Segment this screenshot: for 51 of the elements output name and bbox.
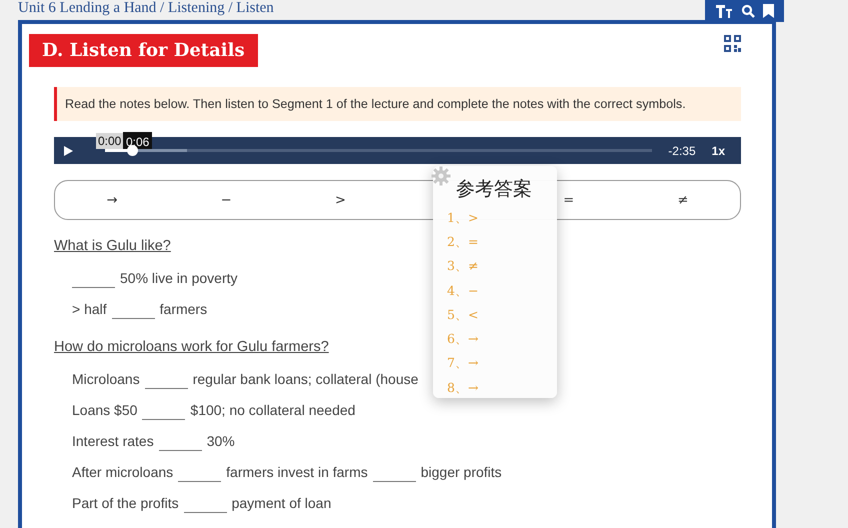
- note-text: Microloans: [72, 371, 140, 387]
- note-text: farmers invest in farms: [226, 464, 368, 480]
- answer-item: 3、≠: [447, 257, 480, 276]
- symbol: −: [220, 192, 232, 208]
- symbol: →: [106, 192, 118, 208]
- popup-title: 参考答案: [456, 177, 533, 202]
- text-size-icon[interactable]: [715, 4, 733, 18]
- bookmark-icon[interactable]: [763, 4, 774, 18]
- fill-in-line[interactable]: [142, 419, 186, 420]
- note-text: > half: [72, 301, 107, 317]
- note-text: $100; no collateral needed: [190, 402, 356, 418]
- remaining-time: -2:35: [668, 144, 696, 158]
- note-text: regular bank loans; collateral (house: [192, 371, 418, 387]
- fill-in-line[interactable]: [112, 318, 155, 319]
- note-text: payment of loan: [232, 495, 332, 511]
- answer-item: 4、−: [447, 282, 480, 300]
- note-text: Interest rates: [72, 433, 154, 449]
- section-heading: What is Gulu like?: [54, 238, 171, 254]
- answer-item: 2、=: [447, 232, 480, 251]
- note-text: Loans $50: [72, 402, 138, 418]
- symbol: =: [563, 192, 574, 208]
- fill-in-line[interactable]: [158, 450, 202, 451]
- note-text: 50% live in poverty: [120, 270, 238, 286]
- note-text: 30%: [206, 433, 235, 449]
- answer-item: 7、→: [447, 354, 480, 372]
- section-title: D. Listen for Details: [29, 34, 258, 67]
- fill-in-line[interactable]: [184, 512, 227, 513]
- search-icon[interactable]: [741, 4, 755, 18]
- note-text: farmers: [160, 301, 208, 317]
- breadcrumb[interactable]: Unit 6 Lending a Hand / Listening / Listen: [18, 0, 274, 20]
- gear-icon[interactable]: [431, 166, 451, 186]
- play-button[interactable]: [64, 146, 73, 156]
- fill-in-line[interactable]: [372, 481, 416, 482]
- section-heading: How do microloans work for Gulu farmers?: [54, 339, 329, 355]
- note-text: Part of the profits: [72, 495, 179, 511]
- symbol: >: [334, 192, 346, 208]
- answer-item: 5、<: [447, 306, 480, 324]
- progress-thumb[interactable]: [127, 145, 138, 156]
- note-text: bigger profits: [420, 464, 502, 480]
- answer-item: 6、→: [447, 330, 480, 348]
- current-time: 0:00: [96, 133, 124, 149]
- answer-item: 8、→: [447, 378, 480, 397]
- fill-in-line[interactable]: [144, 388, 188, 389]
- fill-in-line[interactable]: [178, 481, 222, 482]
- symbol: ≠: [677, 192, 688, 208]
- instruction-text: Read the notes below. Then listen to Segment 1 of the lecture and complete the notes with the correct symbols.: [54, 87, 741, 121]
- speed-button[interactable]: 1x: [706, 144, 731, 158]
- answer-item: 1、>: [447, 208, 480, 227]
- fill-in-line[interactable]: [72, 287, 115, 288]
- note-text: After microloans: [72, 464, 174, 480]
- qr-code-icon[interactable]: [724, 35, 741, 52]
